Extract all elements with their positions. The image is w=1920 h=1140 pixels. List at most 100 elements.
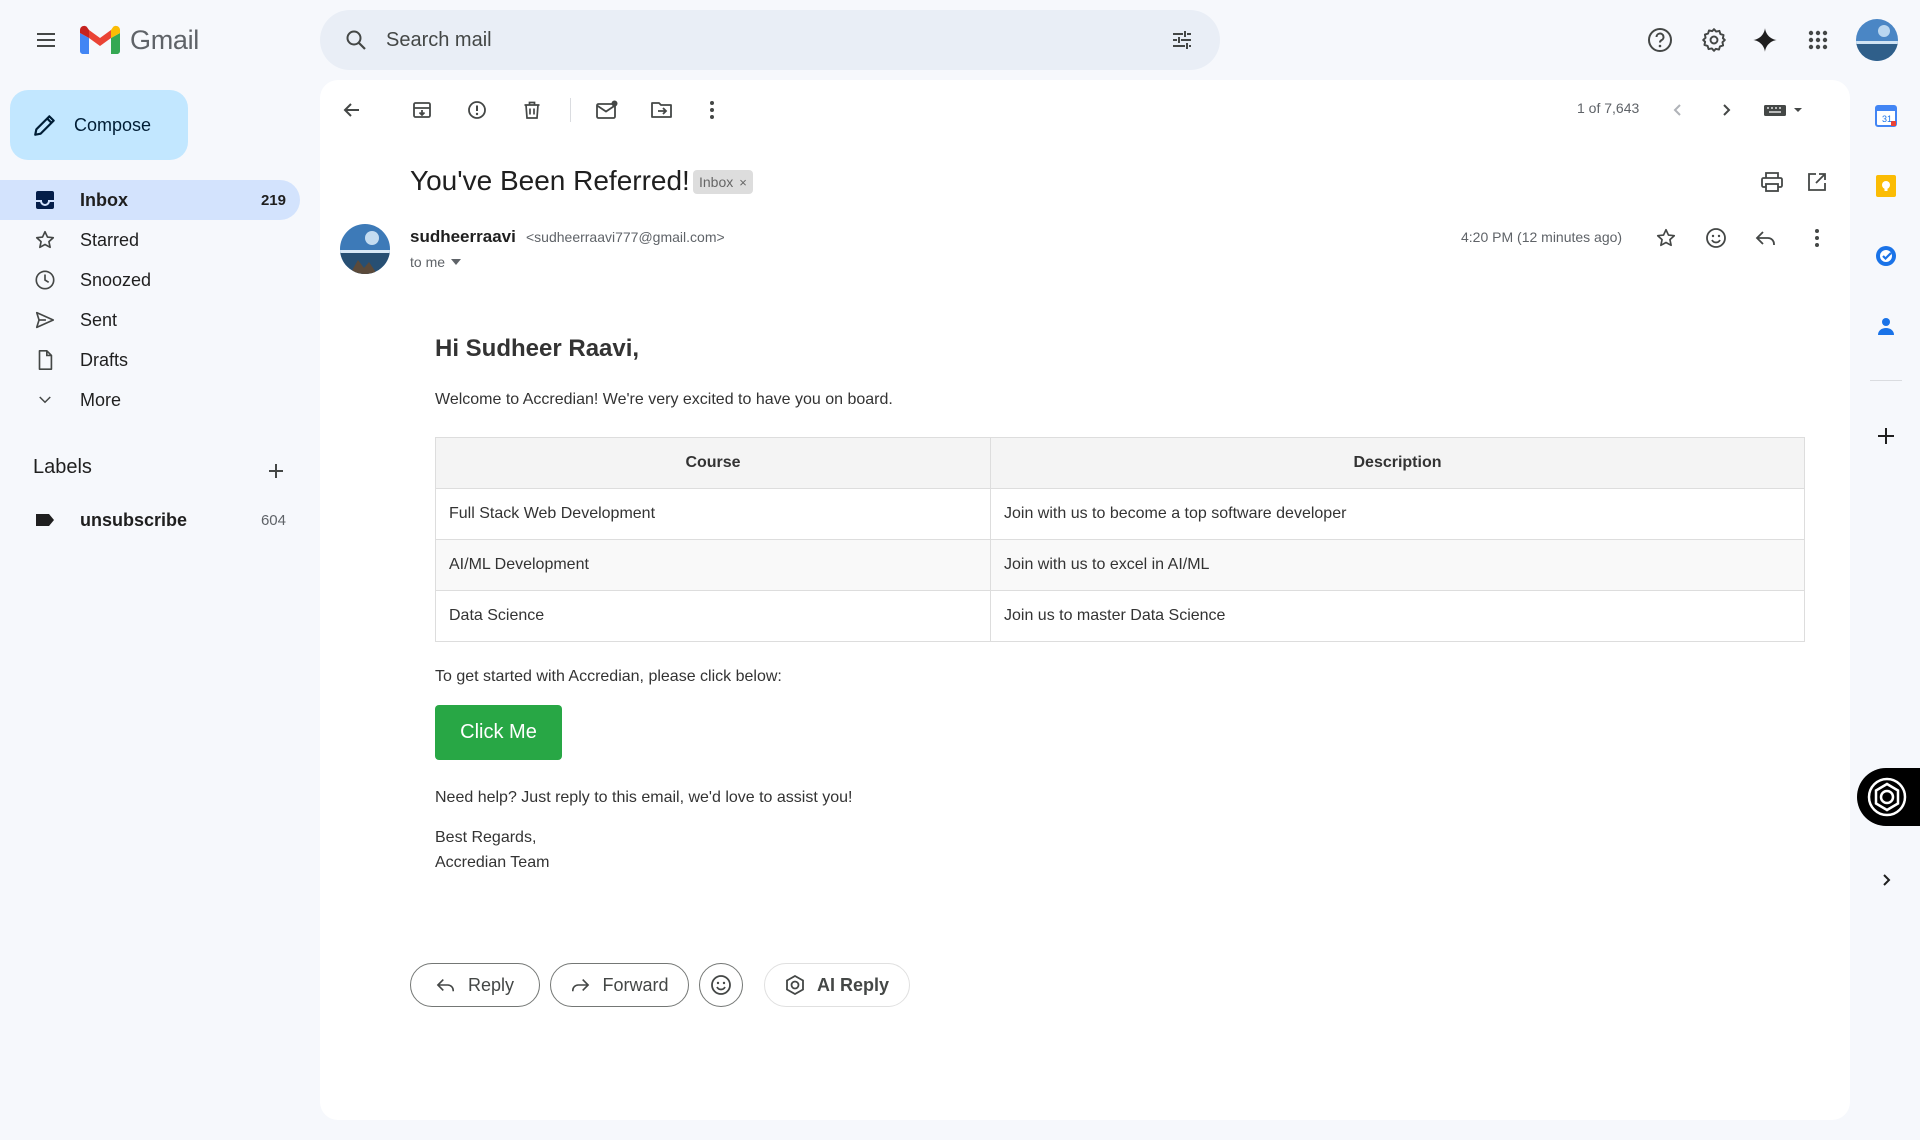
sidebar-item-label: More [80, 389, 122, 410]
expand-panel-button[interactable] [1866, 860, 1906, 900]
calendar-app-button[interactable]: 31 [1866, 96, 1906, 136]
keep-app-button[interactable] [1866, 166, 1906, 206]
star-button[interactable] [1646, 218, 1686, 258]
newer-button[interactable] [1658, 90, 1698, 130]
tasks-app-button[interactable] [1866, 236, 1906, 276]
reply-icon [1755, 228, 1777, 248]
create-label-button[interactable] [261, 456, 291, 486]
description-cell: Join with us to become a top software de… [990, 488, 1805, 540]
open-new-window-button[interactable] [1797, 162, 1837, 202]
move-to-button[interactable] [642, 90, 682, 130]
inbox-icon [33, 188, 57, 212]
recipient-details-toggle[interactable]: to me [410, 254, 462, 270]
sidebar-item-snoozed[interactable]: Snoozed [0, 260, 300, 300]
archive-button[interactable] [402, 90, 442, 130]
column-header-course: Course [435, 437, 991, 489]
reply-icon [436, 976, 456, 994]
reply-button[interactable] [1746, 218, 1786, 258]
report-spam-button[interactable] [457, 90, 497, 130]
sender-avatar[interactable] [340, 224, 390, 274]
message-more-button[interactable] [1797, 218, 1837, 258]
svg-text:31: 31 [1882, 114, 1892, 124]
email-subject: You've Been Referred! [410, 165, 690, 196]
forward-icon [570, 976, 590, 994]
trash-icon [522, 100, 542, 120]
help-text: Need help? Just reply to this email, we'… [435, 789, 853, 806]
compose-label: Compose [74, 114, 152, 135]
more-vert-icon [709, 100, 715, 120]
keyboard-icon [1764, 103, 1804, 117]
label-item-unsubscribe[interactable]: unsubscribe 604 [0, 500, 300, 540]
main-menu-button[interactable] [22, 16, 70, 64]
sidebar-item-label: Starred [80, 229, 140, 250]
click-me-button[interactable]: Click Me [435, 705, 562, 760]
delete-button[interactable] [512, 90, 552, 130]
search-bar[interactable] [320, 10, 1220, 70]
settings-button[interactable] [1690, 16, 1738, 64]
gmail-logo[interactable]: Gmail [80, 22, 199, 58]
add-reaction-button[interactable] [1696, 218, 1736, 258]
team-signature: Accredian Team [435, 854, 550, 871]
table-row: Full Stack Web Development Join with us … [435, 488, 1805, 540]
chevron-left-icon [1671, 103, 1685, 117]
email-intro: Welcome to Accredian! We're very excited… [435, 391, 893, 408]
back-button[interactable] [332, 90, 372, 130]
get-addons-button[interactable] [1866, 416, 1906, 456]
print-icon [1761, 172, 1783, 192]
more-actions-button[interactable] [692, 90, 732, 130]
arrow-left-icon [342, 100, 362, 120]
hamburger-menu-icon [34, 28, 58, 52]
description-cell: Join with us to excel in AI/ML [990, 539, 1805, 591]
remove-label-icon[interactable]: × [739, 175, 747, 190]
input-tools-button[interactable] [1760, 90, 1808, 130]
compose-button[interactable]: Compose [10, 90, 188, 160]
recipient-text: to me [410, 254, 446, 270]
table-row: AI/ML Development Join with us to excel … [435, 539, 1805, 591]
forward-pill-button[interactable]: Forward [550, 963, 689, 1007]
toolbar-divider [570, 98, 571, 122]
signoff-text: Best Regards, [435, 829, 537, 846]
reply-label: Reply [467, 974, 515, 995]
ai-reply-label: AI Reply [816, 974, 890, 995]
ai-reply-button[interactable]: AI Reply [764, 963, 910, 1007]
sidebar-item-label: Inbox [80, 189, 128, 210]
google-apps-button[interactable] [1794, 16, 1842, 64]
unread-count: 219 [260, 191, 286, 209]
sidebar-item-starred[interactable]: Starred [0, 220, 300, 260]
react-pill-button[interactable] [699, 963, 743, 1007]
ai-extension-launcher[interactable] [1857, 768, 1920, 826]
reply-pill-button[interactable]: Reply [410, 963, 540, 1007]
plus-icon [266, 461, 286, 481]
get-started-text: To get started with Accredian, please cl… [435, 668, 782, 685]
older-button[interactable] [1706, 90, 1746, 130]
star-icon [33, 228, 57, 252]
sender-name[interactable]: sudheerraavi [410, 227, 516, 247]
caret-down-icon [451, 259, 462, 265]
open-in-new-icon [1807, 172, 1827, 192]
table-row: Data Science Join us to master Data Scie… [435, 590, 1805, 642]
sidebar-item-inbox[interactable]: Inbox 219 [0, 180, 300, 220]
sidebar-item-drafts[interactable]: Drafts [0, 340, 300, 380]
sidebar-item-label: Drafts [80, 349, 129, 370]
account-avatar[interactable] [1856, 19, 1898, 61]
print-button[interactable] [1752, 162, 1792, 202]
sidebar-item-more[interactable]: More [0, 380, 300, 420]
keep-icon [1874, 174, 1898, 198]
course-cell: Data Science [435, 590, 991, 642]
rail-divider [1870, 380, 1902, 381]
sender-email: <sudheerraavi777@gmail.com> [526, 229, 725, 245]
mark-unread-button[interactable] [587, 90, 627, 130]
search-options-icon[interactable] [1158, 16, 1206, 64]
gear-icon [1701, 27, 1727, 53]
sidebar-item-sent[interactable]: Sent [0, 300, 300, 340]
search-icon[interactable] [336, 20, 376, 60]
ai-extension-icon [785, 975, 805, 995]
archive-icon [412, 100, 432, 120]
search-input[interactable] [384, 27, 1158, 53]
contacts-app-button[interactable] [1866, 306, 1906, 346]
gemini-button[interactable] [1741, 16, 1789, 64]
support-button[interactable] [1636, 16, 1684, 64]
course-cell: Full Stack Web Development [435, 488, 991, 540]
clock-icon [33, 268, 57, 292]
chip-label: Inbox [699, 174, 734, 190]
